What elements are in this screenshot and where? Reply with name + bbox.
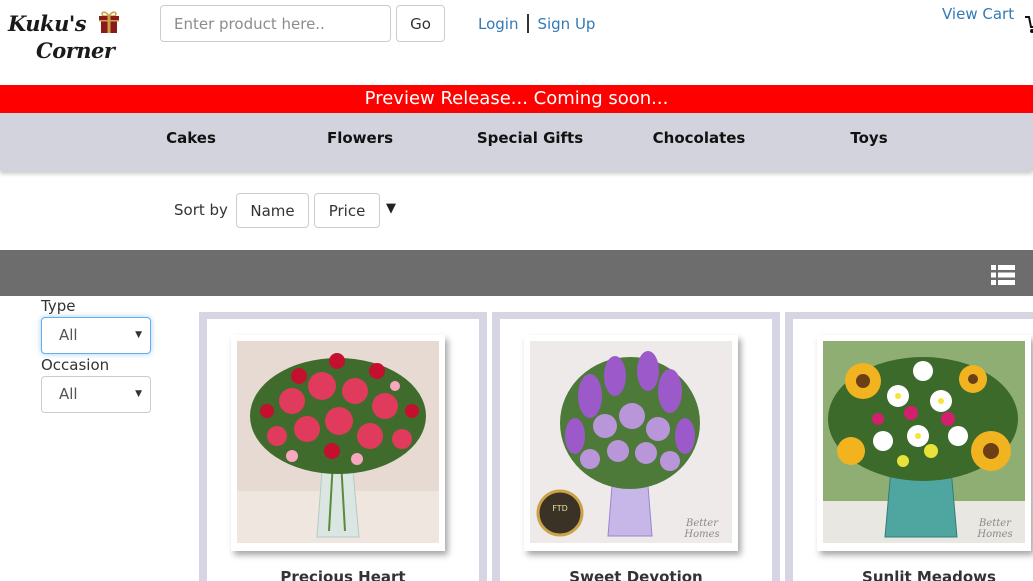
svg-text:Better: Better	[978, 518, 1012, 529]
nav-item-special-gifts[interactable]: Special Gifts	[477, 113, 583, 163]
list-view-icon[interactable]	[991, 265, 1015, 285]
occasion-filter-label: Occasion	[41, 356, 110, 374]
preview-banner: Preview Release... Coming soon...	[0, 85, 1033, 113]
auth-links: Login Sign Up	[478, 14, 595, 33]
login-link[interactable]: Login	[478, 15, 518, 33]
product-card-body: FTD Better Homes Sweet Devotion	[500, 319, 772, 581]
svg-text:FTD: FTD	[552, 504, 568, 513]
logo-line-2: Corner	[36, 38, 115, 63]
logo-line-1: Kuku's	[8, 11, 87, 36]
nav-item-cakes[interactable]: Cakes	[166, 113, 216, 163]
search-input[interactable]	[160, 5, 391, 42]
product-image[interactable]	[237, 341, 439, 543]
sort-label: Sort by	[174, 201, 228, 219]
product-card[interactable]: Precious Heart	[199, 312, 487, 581]
svg-text:Homes: Homes	[683, 529, 719, 540]
triangle-down-icon[interactable]: ▼	[386, 201, 396, 216]
results-toolbar	[0, 250, 1033, 296]
product-card-body: Precious Heart	[207, 319, 479, 581]
product-card[interactable]: Better Homes Sunlit Meadows	[785, 312, 1033, 581]
product-card-body: Better Homes Sunlit Meadows	[793, 319, 1033, 581]
type-filter-value: All	[59, 326, 78, 344]
type-filter-label: Type	[41, 297, 76, 315]
auth-divider	[527, 14, 530, 33]
product-image[interactable]: FTD Better Homes	[530, 341, 732, 543]
product-name[interactable]: Sweet Devotion	[500, 568, 772, 581]
nav-item-toys[interactable]: Toys	[850, 113, 887, 163]
product-card[interactable]: FTD Better Homes Sweet Devotion	[492, 312, 780, 581]
cart-icon[interactable]	[1024, 15, 1033, 35]
page: Kuku's Corner Go Login Sign Up View Cart…	[0, 0, 1033, 581]
product-image[interactable]: Better Homes	[823, 341, 1025, 543]
signup-link[interactable]: Sign Up	[537, 15, 595, 33]
occasion-filter-value: All	[59, 385, 78, 403]
product-image-frame: Better Homes	[817, 335, 1031, 551]
nav-item-chocolates[interactable]: Chocolates	[653, 113, 746, 163]
product-image-frame: FTD Better Homes	[524, 335, 738, 551]
go-button[interactable]: Go	[396, 5, 445, 42]
caret-down-icon: ▼	[135, 389, 142, 399]
gift-icon	[99, 11, 119, 33]
logo[interactable]: Kuku's Corner	[6, 8, 124, 70]
sort-name-button[interactable]: Name	[236, 193, 309, 228]
nav-item-flowers[interactable]: Flowers	[327, 113, 393, 163]
svg-text:Homes: Homes	[976, 529, 1012, 540]
occasion-filter-select[interactable]: All ▼	[41, 376, 151, 413]
sort-price-button[interactable]: Price	[314, 193, 380, 228]
caret-down-icon: ▼	[135, 330, 142, 340]
type-filter-select[interactable]: All ▼	[41, 317, 151, 354]
product-name[interactable]: Precious Heart	[207, 568, 479, 581]
product-image-frame	[231, 335, 445, 551]
category-nav: Cakes Flowers Special Gifts Chocolates T…	[0, 113, 1033, 171]
svg-text:Better: Better	[685, 518, 719, 529]
view-cart-link[interactable]: View Cart	[942, 5, 1014, 23]
product-name[interactable]: Sunlit Meadows	[793, 568, 1033, 581]
